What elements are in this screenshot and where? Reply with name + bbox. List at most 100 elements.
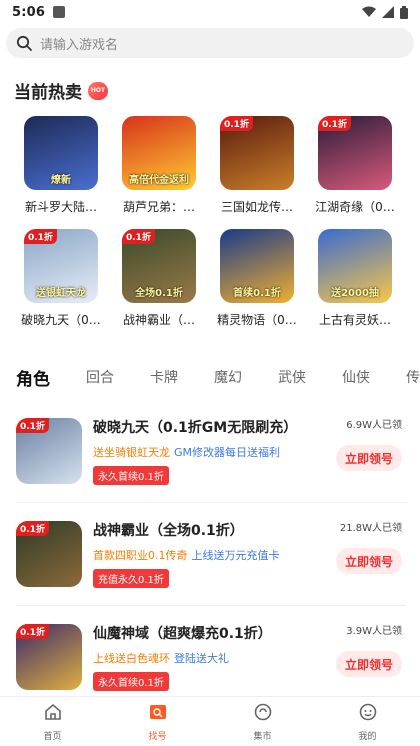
status-time: 5:06 xyxy=(12,4,46,20)
wifi-icon xyxy=(362,6,376,17)
hot-game-card[interactable]: 0.1折全场0.1折战神霸业（… xyxy=(110,229,208,328)
tab-category[interactable]: 魔幻 xyxy=(214,367,242,387)
profile-icon xyxy=(358,702,378,726)
discount-tag: 0.1折 xyxy=(122,229,155,244)
promo-text: 送坐骑银虹天龙 xyxy=(93,446,170,459)
feature-text: GM修改器每日送福利 xyxy=(174,446,281,459)
thumbnail-caption: 送银虹天龙 xyxy=(36,288,86,299)
hot-game-card[interactable]: 高倍代金返利 葫芦兄弟：… xyxy=(110,116,208,215)
game-name: 战神霸业（… xyxy=(122,313,195,327)
discount-pill: 永久首续0.1折 xyxy=(93,466,169,485)
bottom-tab-bar: 首页 找号 集市 我的 xyxy=(0,696,420,746)
hot-badge: HOT xyxy=(88,81,108,100)
battery-icon xyxy=(400,5,408,19)
tab-category[interactable]: 传 xyxy=(406,367,420,387)
hot-game-card[interactable]: 首续0.1折精灵物语（0… xyxy=(208,229,306,328)
tab-label: 找号 xyxy=(148,731,167,742)
discount-pill: 充值永久0.1折 xyxy=(93,569,169,588)
list-item[interactable]: 0.1折 战神霸业（全场0.1折） 首款四职业0.1传奇 上线送万元充值卡充值永久0.… xyxy=(16,503,406,606)
tab-label: 集市 xyxy=(253,731,272,742)
discount-tag: 0.1折 xyxy=(16,521,49,536)
tab-category[interactable]: 卡牌 xyxy=(150,367,178,387)
hot-game-card[interactable]: 燎新新斗罗大陆… xyxy=(12,116,110,215)
tab-label: 首页 xyxy=(43,731,62,742)
game-thumbnail[interactable]: 首续0.1折 xyxy=(220,229,294,303)
discount-tag: 0.1折 xyxy=(220,116,253,131)
discount-tag: 0.1折 xyxy=(24,229,57,244)
tab-category[interactable]: 角色 xyxy=(16,365,50,390)
game-name: 江湖奇缘（0… xyxy=(315,200,395,214)
item-title: 仙魔神域（超爽爆充0.1折） xyxy=(93,626,272,642)
search-account-icon xyxy=(148,702,168,726)
home-icon xyxy=(43,702,63,726)
thumbnail-caption: 全场0.1折 xyxy=(135,288,183,299)
game-name: 葫芦兄弟：… xyxy=(122,200,195,214)
item-actions: 21.8W人已领立即领号 xyxy=(336,515,402,574)
discount-tag: 0.1折 xyxy=(16,624,49,639)
bottom-tab-home[interactable]: 首页 xyxy=(0,697,105,746)
claim-button[interactable]: 立即领号 xyxy=(336,651,402,677)
item-actions: 6.9W人已领立即领号 xyxy=(336,412,402,471)
claim-button[interactable]: 立即领号 xyxy=(336,445,402,471)
hot-section-label: 当前热卖 xyxy=(14,83,82,103)
list-item[interactable]: 0.1折 仙魔神域（超爽爆充0.1折） 上线送白色魂环 登陆送大礼 永久首续0.1折 3.… xyxy=(16,606,406,709)
search-icon xyxy=(16,35,32,51)
section-title-hot: 当前热卖 HOT xyxy=(14,78,108,103)
game-thumbnail[interactable]: 0.1折全场0.1折 xyxy=(122,229,196,303)
account-list: 0.1折 破晓九天（0.1折GM无限刷充） 送坐骑银虹天龙 GM修改器每日送福利 永久首… xyxy=(16,400,406,709)
search-input[interactable]: 请输入游戏名 xyxy=(40,34,118,53)
promo-text: 首款四职业0.1传奇 xyxy=(93,549,188,562)
discount-pill: 永久首续0.1折 xyxy=(93,672,169,691)
game-icon[interactable]: 0.1折 xyxy=(16,521,82,587)
thumbnail-caption: 高倍代金返利 xyxy=(129,175,189,186)
claimed-count: 6.9W人已领 xyxy=(346,420,402,431)
thumbnail-caption: 送2000抽 xyxy=(331,288,379,299)
claimed-count: 21.8W人已领 xyxy=(339,523,402,534)
game-name: 精灵物语（0… xyxy=(217,313,297,327)
bottom-tab-market[interactable]: 集市 xyxy=(210,697,315,746)
game-thumbnail[interactable]: 高倍代金返利 xyxy=(122,116,196,190)
feature-text: 上线送万元充值卡 xyxy=(191,549,280,562)
tab-category[interactable]: 武侠 xyxy=(278,367,306,387)
tab-category[interactable]: 回合 xyxy=(86,367,114,387)
hot-game-card[interactable]: 0.1折江湖奇缘（0… xyxy=(306,116,404,215)
tab-label: 我的 xyxy=(358,731,377,742)
discount-tag: 0.1折 xyxy=(16,418,49,433)
claimed-count: 3.9W人已领 xyxy=(346,626,402,637)
market-icon xyxy=(253,702,273,726)
thumbnail-caption: 燎新 xyxy=(51,175,71,186)
search-bar[interactable]: 请输入游戏名 xyxy=(6,28,414,58)
hot-game-card[interactable]: 送2000抽上古有灵妖… xyxy=(306,229,404,328)
game-name: 上古有灵妖… xyxy=(318,313,391,327)
game-thumbnail[interactable]: 0.1折 xyxy=(220,116,294,190)
promo-text: 上线送白色魂环 xyxy=(93,652,170,665)
thumbnail-caption: 首续0.1折 xyxy=(233,288,281,299)
game-thumbnail[interactable]: 0.1折送银虹天龙 xyxy=(24,229,98,303)
game-thumbnail[interactable]: 0.1折 xyxy=(318,116,392,190)
game-name: 破晓九天（0… xyxy=(21,313,101,327)
item-title: 破晓九天（0.1折GM无限刷充） xyxy=(93,420,298,436)
discount-tag: 0.1折 xyxy=(318,116,351,131)
claim-button[interactable]: 立即领号 xyxy=(336,548,402,574)
feature-text: 登陆送大礼 xyxy=(174,652,229,665)
list-item[interactable]: 0.1折 破晓九天（0.1折GM无限刷充） 送坐骑银虹天龙 GM修改器每日送福利 永久首… xyxy=(16,400,406,503)
hot-game-card[interactable]: 0.1折三国如龙传… xyxy=(208,116,306,215)
signal-icon xyxy=(382,6,394,18)
item-actions: 3.9W人已领立即领号 xyxy=(336,618,402,677)
tab-category[interactable]: 仙侠 xyxy=(342,367,370,387)
status-bar: 5:06 xyxy=(0,0,420,24)
hot-games-grid: 燎新 新斗罗大陆… 高倍代金返利 葫芦兄弟：… 0.1折 三国如龙传… 0.1折 江湖奇缘（0… xyxy=(12,116,408,328)
game-thumbnail[interactable]: 燎新 xyxy=(24,116,98,190)
category-tabs: 角色 回合 卡牌 魔幻 武侠 仙侠 传 xyxy=(16,362,420,392)
notification-icon xyxy=(53,6,66,18)
game-thumbnail[interactable]: 送2000抽 xyxy=(318,229,392,303)
status-icons xyxy=(362,5,408,19)
game-name: 三国如龙传… xyxy=(220,200,293,214)
bottom-tab-profile[interactable]: 我的 xyxy=(315,697,420,746)
game-icon[interactable]: 0.1折 xyxy=(16,624,82,690)
game-name: 新斗罗大陆… xyxy=(24,200,97,214)
bottom-tab-search-account[interactable]: 找号 xyxy=(105,697,210,746)
hot-game-card[interactable]: 0.1折送银虹天龙破晓九天（0… xyxy=(12,229,110,328)
item-title: 战神霸业（全场0.1折） xyxy=(93,523,244,539)
game-icon[interactable]: 0.1折 xyxy=(16,418,82,484)
